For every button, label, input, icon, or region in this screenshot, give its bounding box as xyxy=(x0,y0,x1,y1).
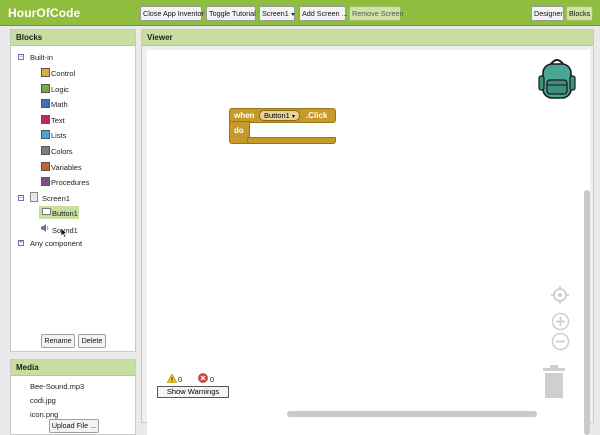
button1-click-event-block[interactable]: when Button1 ▾ .Click do xyxy=(229,108,336,144)
category-color-swatch xyxy=(41,99,50,109)
close-app-inventor-button[interactable]: Close App Inventor xyxy=(140,6,204,21)
event-name-label: .Click xyxy=(306,111,328,120)
warning-icon xyxy=(166,373,178,385)
category-color-swatch xyxy=(41,68,50,77)
viewer-panel: Viewer when Button1 ▾ .Click do 0 0 Show… xyxy=(141,29,594,435)
category-color-swatch xyxy=(41,130,50,140)
screen-select-label: Screen1 xyxy=(262,9,289,18)
media-file-item[interactable]: Bee-Sound.mp3 xyxy=(30,382,84,391)
category-item-control[interactable]: Control xyxy=(51,69,75,78)
chevron-down-icon xyxy=(290,12,295,16)
screen-select-dropdown[interactable]: Screen1 xyxy=(259,6,295,21)
category-item-logic[interactable]: Logic xyxy=(51,85,69,94)
media-panel-title: Media xyxy=(11,360,135,376)
viewer-panel-title: Viewer xyxy=(142,30,593,46)
event-block-footer xyxy=(247,137,336,144)
delete-button[interactable]: Delete xyxy=(78,334,106,348)
zoom-in-icon[interactable] xyxy=(551,312,570,333)
recenter-icon[interactable] xyxy=(551,286,569,306)
when-label: when xyxy=(234,111,255,120)
blocks-panel-title: Blocks xyxy=(11,30,135,46)
show-warnings-button[interactable]: Show Warnings xyxy=(157,386,229,398)
tree-builtin-label[interactable]: Built-in xyxy=(30,53,53,62)
blocks-button[interactable]: Blocks xyxy=(566,6,593,21)
error-icon xyxy=(198,373,208,385)
remove-screen-button[interactable]: Remove Screen xyxy=(349,6,404,21)
category-color-swatch xyxy=(41,83,50,93)
expand-any-component-toggle[interactable]: + xyxy=(18,240,24,246)
trash-can-icon[interactable] xyxy=(542,365,566,401)
do-label: do xyxy=(234,126,244,135)
blocks-panel: Blocks − Built-in Control Logic Math Text Li… xyxy=(10,29,136,352)
media-panel: Media Bee-Sound.mp3 codi.jpg icon.png Up… xyxy=(10,359,136,435)
top-bar: HourOfCode Close App Inventor Toggle Tut… xyxy=(0,0,600,26)
category-item-math[interactable]: Math xyxy=(51,100,68,109)
category-item-lists[interactable]: Lists xyxy=(51,131,66,140)
category-item-text[interactable]: Text xyxy=(51,116,65,125)
screen-icon xyxy=(30,192,38,202)
tree-screen1-label[interactable]: Screen1 xyxy=(42,194,70,203)
backpack-icon[interactable] xyxy=(537,58,577,104)
category-color-swatch xyxy=(41,114,50,124)
component-dropdown[interactable]: Button1 ▾ xyxy=(259,110,300,121)
app-title: HourOfCode xyxy=(8,6,81,20)
component-dropdown-label: Button1 xyxy=(264,111,290,120)
speaker-icon xyxy=(41,224,50,232)
rename-button[interactable]: Rename xyxy=(41,334,75,348)
category-item-procedures[interactable]: Procedures xyxy=(51,178,89,187)
horizontal-scrollbar[interactable] xyxy=(287,411,537,417)
category-item-variables[interactable]: Variables xyxy=(51,163,82,172)
media-file-item[interactable]: codi.jpg xyxy=(30,396,56,405)
category-item-colors[interactable]: Colors xyxy=(51,147,73,156)
toggle-tutorial-button[interactable]: Toggle Tutorial xyxy=(206,6,256,21)
add-screen-button[interactable]: Add Screen ... xyxy=(299,6,348,21)
collapse-screen1-toggle[interactable]: − xyxy=(18,195,24,201)
category-color-swatch xyxy=(41,161,50,171)
upload-file-button[interactable]: Upload File ... xyxy=(49,419,99,433)
tree-button1-label: Button1 xyxy=(52,209,78,218)
errors-count: 0 xyxy=(210,375,215,384)
category-color-swatch xyxy=(41,146,50,155)
blocks-workspace[interactable]: when Button1 ▾ .Click do 0 0 Show Warnin… xyxy=(147,50,590,435)
collapse-builtin-toggle[interactable]: − xyxy=(18,54,24,60)
category-color-swatch xyxy=(41,177,50,187)
dropdown-arrow-icon: ▾ xyxy=(291,114,295,120)
designer-button[interactable]: Designer xyxy=(531,6,564,21)
media-file-item[interactable]: icon.png xyxy=(30,410,58,419)
tree-button1-item[interactable]: Button1 xyxy=(39,206,79,219)
warnings-count: 0 xyxy=(178,375,183,384)
zoom-out-icon[interactable] xyxy=(551,332,570,353)
button-component-icon xyxy=(42,208,51,215)
tree-any-component-label[interactable]: Any component xyxy=(30,239,82,248)
vertical-scrollbar[interactable] xyxy=(584,190,590,435)
